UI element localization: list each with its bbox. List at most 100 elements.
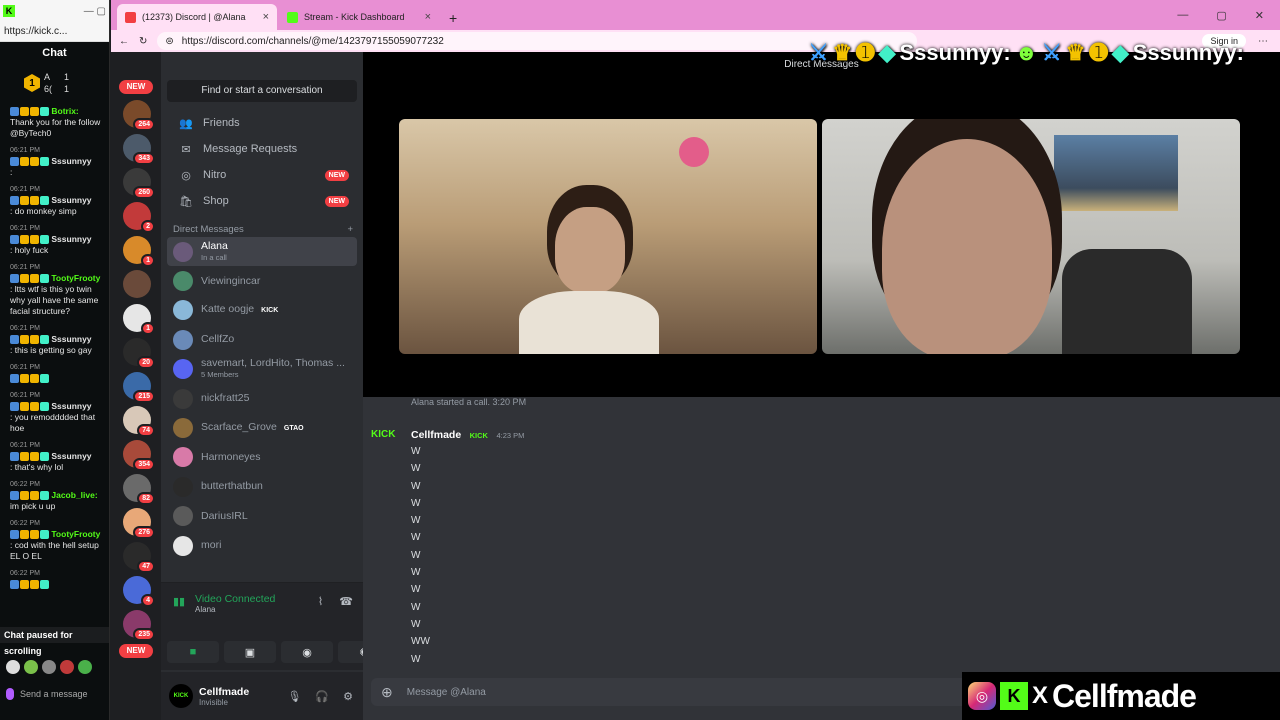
chat-paused-banner[interactable]: Chat paused for scrolling [0,627,109,656]
attach-icon[interactable]: ⊕ [381,684,393,701]
server-icon[interactable]: 1 [123,236,155,267]
chat-message[interactable]: 06:21 PM Sssunnyy: that's why lol [10,440,105,473]
server-icon[interactable]: 276 [123,508,155,539]
chat-send-field[interactable]: Send a message [6,682,104,706]
new-badge[interactable]: NEW [119,80,153,94]
server-icon[interactable]: 82 [123,474,155,505]
site-info-icon[interactable]: ⊜ [165,36,173,47]
noise-suppression-icon[interactable]: ⌇ [318,595,323,608]
nav-item-message-requests[interactable]: ✉ Message Requests [167,136,357,162]
video-tile-cellfmade[interactable] [822,119,1240,354]
dm-item[interactable]: Harmoneyes [167,443,357,472]
dm-item[interactable]: Katte oogje KICK [167,296,357,325]
tab-kick-dashboard[interactable]: Stream - Kick Dashboard × [279,4,439,30]
more-icon[interactable]: ⋯ [1258,36,1268,47]
server-icon[interactable]: 20 [123,338,155,369]
disconnect-icon[interactable]: ☎ [339,595,353,608]
chat-username[interactable]: TootyFrooty [51,529,100,539]
server-icon[interactable]: 260 [123,168,155,199]
dm-name: Scarface_Grove [201,421,277,434]
server-icon[interactable]: 215 [123,372,155,403]
chat-username[interactable]: Sssunnyy [51,401,91,411]
chat-message[interactable]: 06:21 PM Sssunnyy: do monkey simp [10,184,105,217]
chat-message[interactable]: 06:22 PM Jacob_live: im pick u up [10,479,105,512]
server-icon[interactable]: 4 [123,576,155,607]
dm-item[interactable]: Alana In a call [167,237,357,267]
window-controls[interactable]: — ▢ [84,6,106,17]
dm-item[interactable]: savemart, LordHito, Thomas ... 5 Members [167,355,357,384]
dm-item[interactable]: DariusIRL [167,502,357,531]
server-icon[interactable]: 343 [123,134,155,165]
close-window-icon[interactable]: ✕ [1255,9,1264,22]
settings-icon[interactable]: ⚙ [343,690,353,703]
dm-item[interactable]: Scarface_Grove GTAO [167,413,357,442]
close-icon[interactable]: × [425,11,431,23]
server-icon[interactable]: 74 [123,406,155,437]
dm-item[interactable]: nickfratt25 [167,384,357,413]
chat-message-list[interactable]: Botrix: Thank you for the follow @ByTech0… [0,102,109,590]
mic-icon[interactable] [6,688,14,700]
minimize-icon[interactable]: — [1177,9,1188,22]
screen-share-button[interactable]: ▣ [224,641,276,663]
nav-item-shop[interactable]: 🛍 Shop NEW [167,188,357,214]
dm-item[interactable]: Viewingincar [167,266,357,295]
message-line: W [411,463,421,475]
dm-item[interactable]: mori [167,531,357,560]
chat-username[interactable]: Sssunnyy [51,334,91,344]
add-dm-icon[interactable]: + [347,224,353,235]
chat-message[interactable]: 06:21 PM Sssunnyy: this is getting so ga… [10,323,105,356]
badge-icon [20,335,29,345]
headphones-icon[interactable]: 🎧 [315,690,329,703]
new-tab-button[interactable]: + [441,10,465,30]
maximize-icon[interactable]: ▢ [1216,9,1226,22]
chat-message[interactable]: 06:21 PM Sssunnyy: [10,145,105,178]
video-tile-alana[interactable] [399,119,817,354]
chat-username[interactable]: Sssunnyy [51,195,91,205]
url-field[interactable]: ⊜ https://discord.com/channels/@me/14237… [157,32,918,50]
tab-discord[interactable]: (12373) Discord | @Alana × [117,4,277,30]
emote-icon[interactable] [42,660,56,674]
server-icon[interactable]: 1 [123,304,155,335]
chat-message[interactable]: Botrix: Thank you for the follow @ByTech0 [10,106,105,139]
message[interactable]: KICK Cellfmade KICK 4:23 PM WWWWWWWWWWWW… [371,411,1280,668]
server-icon[interactable]: 47 [123,542,155,573]
new-badge[interactable]: NEW [119,644,153,658]
chat-username[interactable]: TootyFrooty [51,273,100,283]
chat-username[interactable]: Jacob_live: [51,490,97,500]
server-icon[interactable]: 354 [123,440,155,471]
chat-message[interactable]: 06:21 PM TootyFrooty: ltts wtf is this y… [10,262,105,317]
chat-message[interactable]: 06:21 PM [10,362,105,384]
emote-icon[interactable] [6,660,20,674]
find-conversation-button[interactable]: Find or start a conversation [167,80,357,102]
chat-message[interactable]: 06:22 PM TootyFrooty: cod with the hell … [10,518,105,562]
activity-button[interactable]: ◉ [281,641,333,663]
server-icon[interactable] [123,270,151,298]
emote-icon[interactable] [60,660,74,674]
chat-username[interactable]: Sssunnyy [51,451,91,461]
camera-button[interactable]: ■ [167,641,219,663]
chat-username[interactable]: Sssunnyy [51,156,91,166]
message-author[interactable]: Cellfmade [411,429,461,441]
kick-urlbar[interactable]: https://kick.c... [0,22,109,42]
back-icon[interactable]: ← [119,36,129,47]
chat-message[interactable]: 06:22 PM [10,568,105,590]
server-icon[interactable]: 2 [123,202,155,233]
chat-message[interactable]: 06:21 PM Sssunnyy: you remodddded that h… [10,390,105,434]
chat-message[interactable]: 06:21 PM Sssunnyy: holy fuck [10,223,105,256]
server-icon[interactable]: 264 [123,100,155,131]
dm-item[interactable]: butterthatbun [167,472,357,501]
close-icon[interactable]: × [263,11,269,23]
refresh-icon[interactable]: ↻ [139,36,147,47]
chat-username[interactable]: Botrix: [51,106,78,116]
emote-icon[interactable] [78,660,92,674]
dm-item[interactable]: CellfZo [167,325,357,354]
emote-icon[interactable] [24,660,38,674]
nav-item-friends[interactable]: 👥 Friends [167,110,357,136]
mic-icon[interactable]: 🎙 [287,690,301,703]
server-icon[interactable]: 235 [123,610,155,641]
message-avatar[interactable]: KICK [371,429,401,443]
nav-item-nitro[interactable]: ◎ Nitro NEW [167,162,357,188]
chat-username[interactable]: Sssunnyy [51,234,91,244]
user-info[interactable]: Cellfmade Invisible [199,686,249,707]
user-avatar[interactable]: KICK [169,684,193,708]
